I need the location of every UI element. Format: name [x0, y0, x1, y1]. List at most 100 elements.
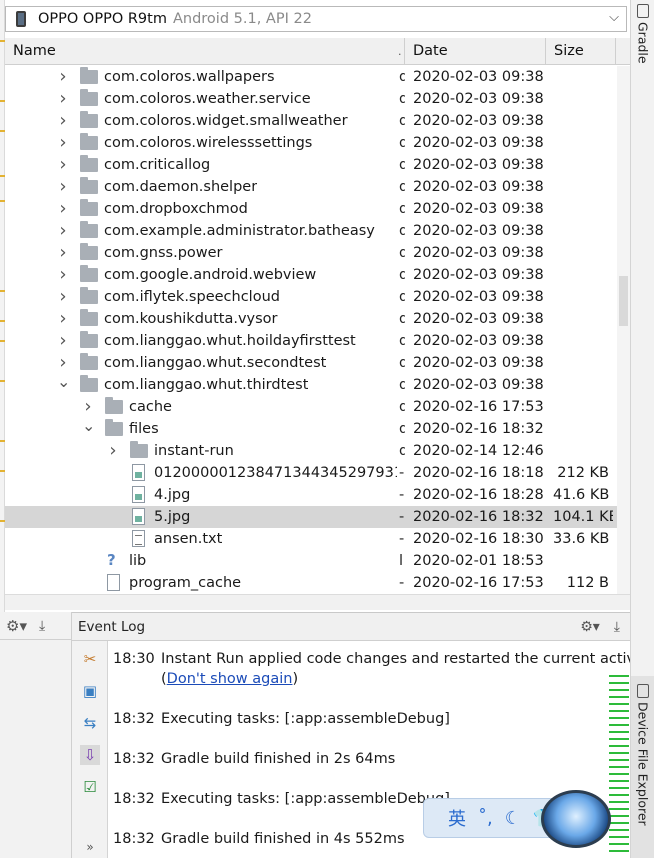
tree-row-permissions: d — [399, 333, 405, 349]
log-entry-text: Executing tasks: [:app:assembleDebug] — [161, 791, 450, 807]
device-file-explorer-tab[interactable]: Device File Explorer — [631, 676, 654, 858]
tree-row[interactable]: ⌄ com.lianggao.whut.thirdtest d 2020-02-03 … — [5, 374, 617, 396]
ime-language[interactable]: 英 — [448, 805, 466, 831]
tree-row[interactable]: program_cache -2020-02-16 17:53 112 B — [5, 572, 617, 594]
tree-row[interactable]: › com.coloros.weather.service d 2020-02-03 … — [5, 88, 617, 110]
column-header-date[interactable]: Date — [405, 38, 546, 65]
chevron-right-icon[interactable]: › — [57, 68, 69, 86]
tree-row[interactable]: › com.gnss.power d 2020-02-03 09:38 — [5, 242, 617, 264]
soft-wrap-icon[interactable]: ⇆ — [80, 713, 100, 733]
symlink-icon: ? — [107, 551, 116, 569]
tree-row[interactable]: ⌄ files d 2020-02-16 18:32 — [5, 418, 617, 440]
device-selector[interactable]: OPPO OPPO R9tm Android 5.1, API 22 ⌵ — [5, 6, 627, 32]
scrollbar-thumb[interactable] — [619, 276, 628, 326]
chevron-down-icon[interactable]: ⌵ — [609, 10, 619, 25]
chevron-right-icon[interactable]: › — [57, 156, 69, 174]
chevron-right-icon[interactable]: › — [57, 200, 69, 218]
chevron-right-icon[interactable]: › — [57, 112, 69, 130]
folder-icon — [80, 177, 98, 194]
tree-row[interactable]: › com.daemon.shelper d 2020-02-03 09:38 — [5, 176, 617, 198]
event-log-toolbar: ⚙▾ ⤓ — [580, 613, 620, 641]
hide-panel-icon[interactable]: ⤓ — [39, 618, 45, 634]
ime-toolbar[interactable]: 英 ˚, ☾ 👕 — [423, 790, 611, 848]
gradle-icon — [637, 4, 649, 18]
tree-row-permissions: d — [399, 113, 405, 129]
more-actions-icon[interactable]: » — [80, 837, 100, 857]
tree-row[interactable]: › com.coloros.wallpapers d 2020-02-03 09:38 — [5, 66, 617, 88]
tree-row-date: 2020-02-16 18:30 — [413, 531, 544, 547]
tree-row-size — [553, 154, 613, 176]
tree-header: Name . Date Size — [5, 38, 630, 65]
progress-tick — [609, 710, 629, 712]
tree-row-name: com.criticallog — [104, 157, 211, 173]
tree-row[interactable]: › com.koushikdutta.vysor d 2020-02-03 09:38 — [5, 308, 617, 330]
scroll-to-end-icon[interactable]: ⇩ — [80, 745, 100, 765]
tree-row[interactable]: › com.dropboxchmod d 2020-02-03 09:38 — [5, 198, 617, 220]
mark-read-icon[interactable]: ☑ — [80, 777, 100, 797]
tree-row[interactable]: 0120000012384713443452979317-2020-02-16 … — [5, 462, 617, 484]
chevron-right-icon[interactable]: › — [57, 288, 69, 306]
chevron-right-icon[interactable]: › — [57, 310, 69, 328]
chevron-right-icon[interactable]: › — [57, 134, 69, 152]
progress-tick — [609, 829, 629, 831]
tree-row[interactable]: › com.iflytek.speechcloud d 2020-02-03 09:3… — [5, 286, 617, 308]
chevron-down-icon[interactable]: ⌄ — [82, 418, 95, 434]
chevron-right-icon[interactable]: › — [57, 332, 69, 350]
progress-tick — [609, 766, 629, 768]
tree-row[interactable]: 5.jpg -2020-02-16 18:32 104.1 KB — [5, 506, 617, 528]
tree-row[interactable]: › com.coloros.wirelesssettings d 2020-02-03… — [5, 132, 617, 154]
chevron-right-icon[interactable]: › — [57, 354, 69, 372]
progress-tick — [609, 682, 629, 684]
progress-tick — [609, 843, 629, 845]
tree-row[interactable]: ansen.txt -2020-02-16 18:30 33.6 KB — [5, 528, 617, 550]
device-icon — [637, 684, 649, 698]
settings-gear-icon[interactable]: ⚙▾ — [6, 617, 27, 635]
ime-orb-icon[interactable] — [541, 790, 611, 848]
log-entry: 18:32 Gradle build finished in 4s 552ms — [113, 829, 405, 849]
chevron-right-icon[interactable]: › — [82, 398, 94, 416]
tree-row[interactable]: 4.jpg -2020-02-16 18:28 41.6 KB — [5, 484, 617, 506]
tree-row[interactable]: › instant-run d 2020-02-14 12:46 — [5, 440, 617, 462]
tree-row-name: com.google.android.webview — [104, 267, 317, 283]
punctuation-icon[interactable]: ˚, — [478, 808, 493, 829]
tree-row-name: com.coloros.wirelesssettings — [104, 135, 313, 151]
hide-panel-icon[interactable]: ⤓ — [614, 619, 620, 635]
tree-row-size — [553, 88, 613, 110]
chevron-right-icon[interactable]: › — [57, 244, 69, 262]
tree-row[interactable]: › com.criticallog d 2020-02-03 09:38 — [5, 154, 617, 176]
column-header-name[interactable]: Name — [5, 38, 405, 65]
tree-row[interactable]: › com.example.administrator.batheasy d 2020… — [5, 220, 617, 242]
settings-gear-icon[interactable]: ⚙▾ — [580, 619, 600, 635]
tree-row[interactable]: ? lib l 2020-02-01 18:53 — [5, 550, 617, 572]
tree-row-name: com.coloros.widget.smallweather — [104, 113, 348, 129]
gradle-tab-label: Gradle — [635, 22, 651, 64]
tree-row-date: 2020-02-16 18:28 — [413, 487, 544, 503]
tree-row[interactable]: › com.coloros.widget.smallweather d 2020-02… — [5, 110, 617, 132]
gradle-tab[interactable]: Gradle — [631, 4, 654, 64]
chevron-down-icon[interactable]: ⌄ — [57, 374, 70, 390]
chevron-right-icon[interactable]: › — [57, 90, 69, 108]
column-header-size[interactable]: Size — [546, 38, 616, 65]
vertical-scrollbar[interactable] — [617, 66, 630, 594]
folder-icon — [80, 67, 98, 84]
tree-row-size — [553, 550, 613, 572]
chevron-right-icon[interactable]: › — [57, 266, 69, 284]
left-panel-toolbar: ⚙▾ ⤓ — [0, 612, 72, 640]
chevron-right-icon[interactable]: › — [107, 442, 119, 460]
tree-row-name: 4.jpg — [154, 487, 191, 503]
chevron-right-icon[interactable]: › — [57, 178, 69, 196]
horizontal-scrollbar[interactable] — [5, 594, 630, 610]
tree-row[interactable]: › cache d 2020-02-16 17:53 — [5, 396, 617, 418]
log-entry-time: 18:32 — [113, 831, 155, 847]
chevron-right-icon[interactable]: › — [57, 222, 69, 240]
tree-row[interactable]: › com.lianggao.whut.secondtest d 2020-02-03… — [5, 352, 617, 374]
device-name: OPPO OPPO R9tm — [38, 11, 167, 27]
tree-row[interactable]: › com.lianggao.whut.hoildayfirsttest d 2020… — [5, 330, 617, 352]
dont-show-again-link[interactable]: Don't show again — [167, 671, 293, 687]
moon-icon[interactable]: ☾ — [505, 808, 521, 829]
tree-row[interactable]: › com.google.android.webview d 2020-02-03 0… — [5, 264, 617, 286]
folder-icon — [105, 397, 123, 414]
balloon-icon[interactable]: ▣ — [80, 681, 100, 701]
progress-tick — [609, 675, 629, 677]
wrench-icon[interactable]: ✂ — [80, 649, 100, 669]
